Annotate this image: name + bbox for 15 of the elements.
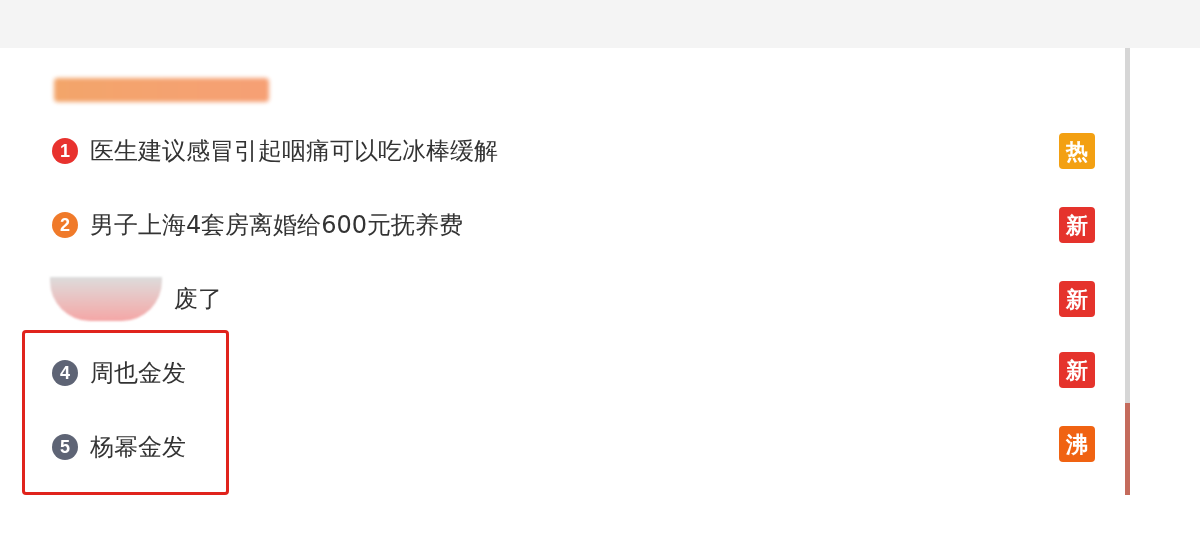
search-term-link[interactable]: 周也金发 [90, 355, 186, 391]
trend-tag: 沸 [1059, 426, 1095, 462]
rank-badge: 1 [52, 138, 78, 164]
search-term-link[interactable]: 医生建议感冒引起咽痛可以吃冰棒缓解 [90, 133, 498, 169]
rank-badge: 4 [52, 360, 78, 386]
search-term-link[interactable]: 杨幂金发 [90, 429, 186, 465]
search-term-link[interactable]: 废了 [174, 281, 222, 317]
search-term-link[interactable]: 男子上海4套房离婚给600元抚养费 [90, 207, 464, 243]
trend-tag: 新 [1059, 281, 1095, 317]
scrollbar-thumb[interactable] [1125, 403, 1130, 495]
trend-tag: 新 [1059, 352, 1095, 388]
rank-badge: 5 [52, 434, 78, 460]
trend-tag: 新 [1059, 207, 1095, 243]
rank-badge: 2 [52, 212, 78, 238]
trend-tag: 热 [1059, 133, 1095, 169]
